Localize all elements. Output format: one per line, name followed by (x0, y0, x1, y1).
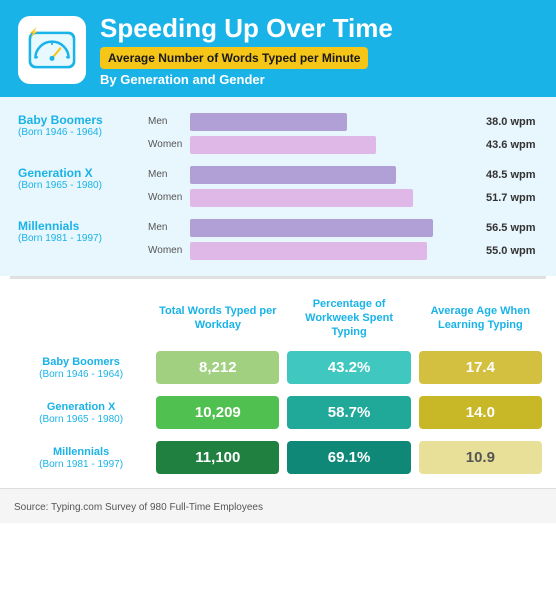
table-section: Total Words Typed per Workday Percentage… (0, 279, 556, 489)
bar-fill-gx-women (190, 189, 413, 207)
table-cell-gx-words: 10,209 (152, 390, 283, 435)
bar-wpm-gx-women: 51.7 wpm (486, 192, 538, 204)
gen-name-bb: Baby Boomers (18, 113, 148, 127)
bar-label-ml: Millennials (Born 1981 - 1997) (18, 219, 148, 244)
speedometer-icon: ⚡ (27, 25, 77, 75)
bar-track-bb-men (190, 113, 476, 131)
bar-row-ml-women: Women 55.0 wpm (148, 242, 538, 260)
bar-wpm-gx-men: 48.5 wpm (486, 169, 538, 181)
gender-men-label-bb: Men (148, 116, 184, 127)
bar-group-gx: Generation X (Born 1965 - 1980) Men 48.5… (18, 166, 538, 207)
bar-fill-gx-men (190, 166, 396, 184)
bar-label-bb: Baby Boomers (Born 1946 - 1964) (18, 113, 148, 138)
table-label-ml: Millennials (Born 1981 - 1997) (10, 435, 152, 480)
bar-fill-ml-women (190, 242, 427, 260)
table-value-bb-words: 8,212 (156, 351, 279, 384)
bar-rows-gx: Men 48.5 wpm Women 51.7 wpm (148, 166, 538, 207)
header-text: Speeding Up Over Time Average Number of … (100, 14, 393, 87)
table-col-words: Total Words Typed per Workday (152, 291, 283, 346)
bar-row-bb-women: Women 43.6 wpm (148, 136, 538, 154)
table-row-bb: Baby Boomers (Born 1946 - 1964) 8,212 43… (10, 345, 546, 390)
bar-wpm-ml-women: 55.0 wpm (486, 245, 538, 257)
table-row-ml: Millennials (Born 1981 - 1997) 11,100 69… (10, 435, 546, 480)
table-col-age: Average Age When Learning Typing (415, 291, 546, 346)
table-cell-bb-age: 17.4 (415, 345, 546, 390)
bar-rows-bb: Men 38.0 wpm Women 43.6 wpm (148, 113, 538, 154)
gender-men-label-ml: Men (148, 222, 184, 233)
table-gen-name-gx: Generation X (14, 401, 148, 414)
gen-years-ml: (Born 1981 - 1997) (18, 233, 148, 244)
bar-track-gx-men (190, 166, 476, 184)
table-gen-years-bb: (Born 1946 - 1964) (14, 369, 148, 380)
table-value-gx-words: 10,209 (156, 396, 279, 429)
gender-women-label-gx: Women (148, 192, 184, 203)
bar-group-bb: Baby Boomers (Born 1946 - 1964) Men 38.0… (18, 113, 538, 154)
gen-name-ml: Millennials (18, 219, 148, 233)
table-value-bb-age: 17.4 (419, 351, 542, 384)
bar-track-ml-men (190, 219, 476, 237)
bar-row-gx-women: Women 51.7 wpm (148, 189, 538, 207)
page-title: Speeding Up Over Time (100, 14, 393, 43)
gender-men-label-gx: Men (148, 169, 184, 180)
table-label-bb: Baby Boomers (Born 1946 - 1964) (10, 345, 152, 390)
bar-rows-ml: Men 56.5 wpm Women 55.0 wpm (148, 219, 538, 260)
table-value-ml-age: 10.9 (419, 441, 542, 474)
gender-women-label-ml: Women (148, 245, 184, 256)
table-value-ml-pct: 69.1% (287, 441, 410, 474)
table-gen-name-bb: Baby Boomers (14, 356, 148, 369)
footer-section: Source: Typing.com Survey of 980 Full-Ti… (0, 488, 556, 523)
gen-years-bb: (Born 1946 - 1964) (18, 127, 148, 138)
svg-text:⚡: ⚡ (29, 27, 39, 38)
bar-fill-ml-men (190, 219, 433, 237)
bar-track-ml-women (190, 242, 476, 260)
table-gen-years-ml: (Born 1981 - 1997) (14, 459, 148, 470)
table-gen-name-ml: Millennials (14, 446, 148, 459)
table-row-gx: Generation X (Born 1965 - 1980) 10,209 5… (10, 390, 546, 435)
bar-fill-bb-women (190, 136, 376, 154)
subtitle-label: Average Number of Words Typed per Minute (108, 51, 360, 65)
bar-label-gx: Generation X (Born 1965 - 1980) (18, 166, 148, 191)
table-cell-gx-pct: 58.7% (283, 390, 414, 435)
bar-track-bb-women (190, 136, 476, 154)
bar-chart-section: Baby Boomers (Born 1946 - 1964) Men 38.0… (0, 97, 556, 276)
gen-name-gx: Generation X (18, 166, 148, 180)
table-cell-gx-age: 14.0 (415, 390, 546, 435)
table-value-gx-pct: 58.7% (287, 396, 410, 429)
table-value-ml-words: 11,100 (156, 441, 279, 474)
table-col-pct: Percentage of Workweek Spent Typing (283, 291, 414, 346)
bar-row-bb-men: Men 38.0 wpm (148, 113, 538, 131)
table-cell-ml-pct: 69.1% (283, 435, 414, 480)
table-gen-years-gx: (Born 1965 - 1980) (14, 414, 148, 425)
table-cell-ml-words: 11,100 (152, 435, 283, 480)
bar-wpm-bb-men: 38.0 wpm (486, 116, 538, 128)
gen-years-gx: (Born 1965 - 1980) (18, 180, 148, 191)
table-cell-ml-age: 10.9 (415, 435, 546, 480)
subline-label: By Generation and Gender (100, 72, 393, 87)
table-value-bb-pct: 43.2% (287, 351, 410, 384)
bar-group-ml: Millennials (Born 1981 - 1997) Men 56.5 … (18, 219, 538, 260)
subtitle-box: Average Number of Words Typed per Minute (100, 47, 368, 69)
bar-row-gx-men: Men 48.5 wpm (148, 166, 538, 184)
table-value-gx-age: 14.0 (419, 396, 542, 429)
bar-row-ml-men: Men 56.5 wpm (148, 219, 538, 237)
bar-track-gx-women (190, 189, 476, 207)
table-label-gx: Generation X (Born 1965 - 1980) (10, 390, 152, 435)
footer-source: Source: Typing.com Survey of 980 Full-Ti… (14, 502, 263, 513)
data-table: Total Words Typed per Workday Percentage… (10, 291, 546, 481)
gender-women-label-bb: Women (148, 139, 184, 150)
table-cell-bb-words: 8,212 (152, 345, 283, 390)
header-section: ⚡ Speeding Up Over Time Average Number o… (0, 0, 556, 97)
table-header-empty (10, 291, 152, 346)
bar-wpm-bb-women: 43.6 wpm (486, 139, 538, 151)
bar-wpm-ml-men: 56.5 wpm (486, 222, 538, 234)
bar-fill-bb-men (190, 113, 347, 131)
table-cell-bb-pct: 43.2% (283, 345, 414, 390)
header-icon-box: ⚡ (18, 16, 86, 84)
